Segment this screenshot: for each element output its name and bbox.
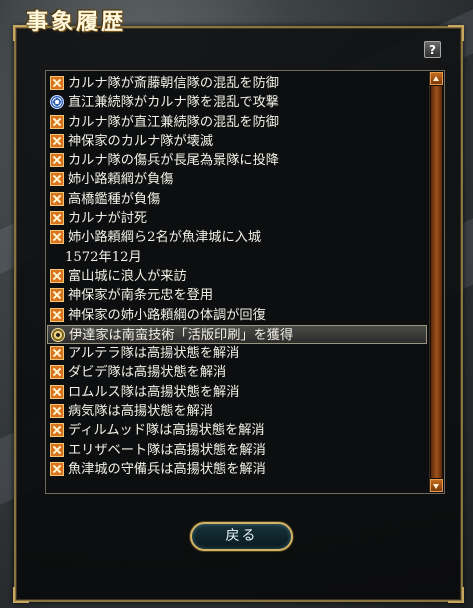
pinwheel-icon (50, 346, 64, 361)
pinwheel-icon (50, 172, 64, 187)
log-entry-text: アルテラ隊は高揚状態を解消 (68, 346, 240, 362)
log-entry-text: ダビデ隊は高揚状態を解消 (68, 365, 227, 381)
pinwheel-icon (50, 230, 64, 245)
scrollbar[interactable] (429, 72, 443, 492)
window-title: 事象履歴 (26, 9, 127, 35)
log-entry[interactable]: ダビデ隊は高揚状態を解消 (47, 363, 427, 382)
log-entry-text: 姉小路頼綱が負傷 (68, 172, 174, 188)
log-entry[interactable]: ロムルス隊は高揚状態を解消 (47, 383, 427, 402)
log-entry-text: 高橋鑑種が負傷 (68, 191, 161, 207)
pinwheel-icon (50, 288, 64, 303)
pinwheel-icon (50, 133, 64, 148)
log-entry-text: 直江兼続隊がカルナ隊を混乱で攻撃 (68, 95, 279, 111)
log-entry[interactable]: 富山城に浪人が来訪 (47, 267, 427, 286)
log-entries: カルナ隊が斎藤朝信隊の混乱を防御 直江兼続隊がカルナ隊を混乱で攻撃 カルナ隊が直江兼… (47, 74, 427, 479)
log-entry-text: ロムルス隊は高揚状態を解消 (68, 384, 240, 400)
log-entry[interactable]: カルナ隊の傷兵が長尾為景隊に投降 (47, 151, 427, 170)
log-entry-text: 姉小路頼綱ら2名が魚津城に入城 (68, 230, 262, 246)
pinwheel-icon (50, 461, 64, 476)
log-date-header[interactable]: 1572年12月 (47, 248, 427, 267)
log-entry-text: 神保家のカルナ隊が壊滅 (68, 133, 214, 149)
pinwheel-icon (50, 153, 64, 168)
log-entry-text: 富山城に浪人が来訪 (68, 268, 187, 284)
pinwheel-icon (50, 365, 64, 380)
log-entry[interactable]: エリザベート隊は高揚状態を解消 (47, 441, 427, 460)
pinwheel-icon (50, 307, 64, 322)
log-entry-text: カルナが討死 (68, 211, 148, 227)
log-entry[interactable]: 姉小路頼綱が負傷 (47, 170, 427, 189)
family-crest-icon (50, 95, 64, 110)
log-entry-text: 病気隊は高揚状態を解消 (68, 404, 214, 420)
help-button[interactable]: ? (424, 41, 441, 58)
log-entry-text: カルナ隊が直江兼続隊の混乱を防御 (68, 114, 279, 130)
pinwheel-icon (50, 384, 64, 399)
pinwheel-icon (50, 114, 64, 129)
log-entry-text: ディルムッド隊は高揚状態を解消 (68, 423, 265, 439)
log-entry-text: 伊達家は南蛮技術「活版印刷」を獲得 (69, 327, 294, 343)
log-entry[interactable]: カルナ隊が斎藤朝信隊の混乱を防御 (47, 74, 427, 93)
log-entry[interactable]: 高橋鑑種が負傷 (47, 190, 427, 209)
log-entry[interactable]: 病気隊は高揚状態を解消 (47, 402, 427, 421)
log-entry[interactable]: 直江兼続隊がカルナ隊を混乱で攻撃 (47, 93, 427, 112)
pinwheel-icon (50, 211, 64, 226)
log-entry[interactable]: 神保家が南条元忠を登用 (47, 286, 427, 305)
log-entry-text: エリザベート隊は高揚状態を解消 (68, 442, 266, 458)
log-entry-text: 魚津城の守備兵は高揚状態を解消 (68, 461, 266, 477)
frame-corner (13, 587, 29, 603)
log-entry-text: 神保家の姉小路頼綱の体調が回復 (68, 307, 266, 323)
back-button[interactable]: 戻る (190, 522, 293, 551)
title-banner: 事象履歴 (0, 0, 150, 40)
gear-crest-icon (51, 327, 65, 342)
pinwheel-icon (50, 423, 64, 438)
log-entry[interactable]: カルナが討死 (47, 209, 427, 228)
log-entry[interactable]: アルテラ隊は高揚状態を解消 (47, 344, 427, 363)
log-entry[interactable]: 神保家のカルナ隊が壊滅 (47, 132, 427, 151)
log-entry[interactable]: 伊達家は南蛮技術「活版印刷」を獲得 (47, 324, 427, 345)
history-list[interactable]: カルナ隊が斎藤朝信隊の混乱を防御 直江兼続隊がカルナ隊を混乱で攻撃 カルナ隊が直江兼… (45, 70, 445, 494)
pinwheel-icon (50, 442, 64, 457)
frame-corner (448, 587, 464, 603)
scroll-up-arrow-icon[interactable] (430, 72, 443, 85)
pinwheel-icon (50, 76, 64, 90)
log-entry-text: カルナ隊が斎藤朝信隊の混乱を防御 (68, 76, 279, 91)
frame-corner (448, 25, 464, 41)
log-entry[interactable]: 神保家の姉小路頼綱の体調が回復 (47, 306, 427, 325)
log-entry[interactable]: カルナ隊が直江兼続隊の混乱を防御 (47, 113, 427, 132)
pinwheel-icon (50, 191, 64, 206)
scroll-track[interactable] (431, 86, 442, 478)
log-entry-text: 神保家が南条元忠を登用 (68, 288, 214, 304)
log-entry[interactable]: ディルムッド隊は高揚状態を解消 (47, 421, 427, 440)
log-entry[interactable]: 魚津城の守備兵は高揚状態を解消 (47, 460, 427, 479)
log-entry[interactable]: 姉小路頼綱ら2名が魚津城に入城 (47, 228, 427, 247)
log-entry-text: カルナ隊の傷兵が長尾為景隊に投降 (68, 153, 279, 169)
pinwheel-icon (50, 268, 64, 283)
log-entry-text: 1572年12月 (65, 249, 142, 265)
scroll-down-arrow-icon[interactable] (430, 479, 443, 492)
pinwheel-icon (50, 404, 64, 419)
